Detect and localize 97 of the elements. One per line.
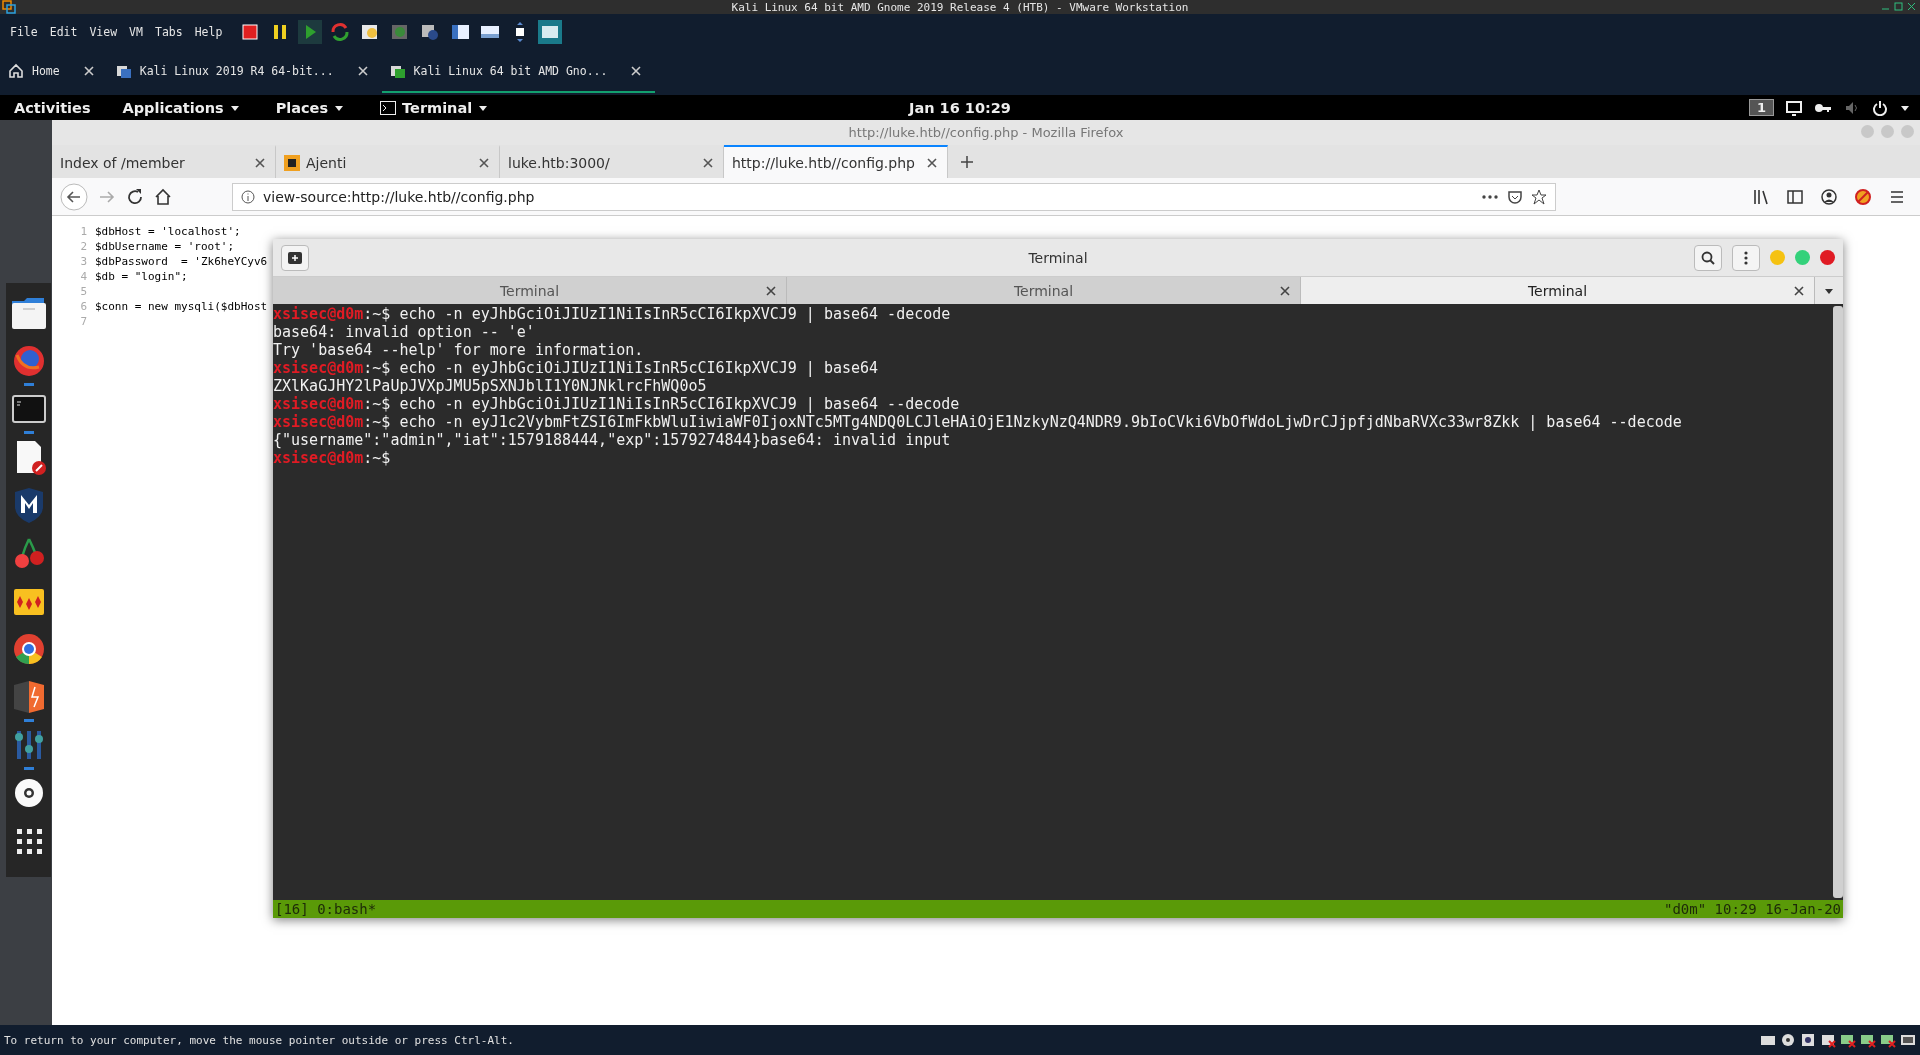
workspace-indicator[interactable]: 1: [1748, 99, 1774, 116]
menu-icon: [1744, 250, 1748, 265]
search-button[interactable]: [1694, 244, 1722, 271]
menu-item[interactable]: File: [4, 25, 44, 39]
menu-button[interactable]: Applications: [104, 99, 258, 116]
close-icon[interactable]: [701, 155, 715, 170]
network-icon[interactable]: [1880, 1032, 1896, 1048]
window-title: Terminal: [1028, 249, 1088, 266]
terminal-line: xsisec@d0m:~$ echo -n eyJhbGciOiJIUzI1NiIsInR5cCI6IkpXVCJ9 | base64: [273, 359, 880, 377]
reload-icon[interactable]: [126, 187, 144, 206]
close-icon[interactable]: [253, 155, 267, 170]
menu-button[interactable]: Places: [257, 99, 363, 116]
vm-tab[interactable]: Kali Linux 2019 R4 64-bit...: [107, 50, 382, 93]
terminal-line: xsisec@d0m:~$ echo -n eyJ1c2VybmFtZSI6ImFkbWluIiwiaWF0IjoxNTc5MTg4NDQ0LCJleHAiOjE1NzkyNzQ4NDR9.9bIoCVki6VbOfWdoLjwDrCJjpfjdNbaRVXc33wr8Zkk | base64 --decode: [273, 413, 1683, 431]
screen-icon[interactable]: [1786, 99, 1802, 116]
new-tab-icon: [287, 250, 303, 265]
close-icon[interactable]: [355, 63, 370, 78]
close-button[interactable]: [1820, 250, 1835, 265]
line-number: 2: [79, 239, 88, 254]
home-icon[interactable]: [154, 187, 172, 206]
caret-icon: [478, 103, 489, 112]
line-number: 7: [79, 314, 88, 329]
line-number: 3: [79, 254, 88, 269]
network-icon[interactable]: [1860, 1032, 1876, 1048]
menu-item[interactable]: Tabs: [148, 25, 189, 39]
vmware-logo-icon: [2, 0, 16, 14]
key-icon[interactable]: [1814, 101, 1832, 114]
window-title: Kali Linux 64 bit AMD Gnome 2019 Release 4 (HTB) - VMware Workstation: [731, 0, 1189, 14]
menu-button[interactable]: Terminal: [362, 99, 507, 116]
status-message: To return to your computer, move the mouse pointer outside or press Ctrl-Alt.: [4, 1033, 514, 1047]
site-icon: [284, 154, 300, 171]
sidebar-icon[interactable]: [1786, 187, 1804, 206]
maximize-icon[interactable]: [1894, 2, 1903, 11]
code-line: $conn = new mysqli($dbHost: [95, 299, 268, 314]
menu-item[interactable]: Help: [188, 25, 229, 39]
activities-button[interactable]: Activities: [0, 99, 105, 116]
info-icon: [241, 189, 255, 204]
close-icon[interactable]: [925, 155, 939, 170]
address-bar[interactable]: view-source:http://luke.htb//config.php: [232, 182, 1556, 211]
terminal-line: xsisec@d0m:~$ echo -n eyJhbGciOiJIUzI1NiIsInR5cCI6IkpXVCJ9 | base64 -decode: [273, 305, 952, 323]
unity-icon[interactable]: [538, 20, 563, 44]
line-number: 4: [79, 269, 88, 284]
clock[interactable]: Jan 16 10:29: [909, 99, 1011, 116]
line-number: 5: [79, 284, 88, 299]
menu-item[interactable]: View: [83, 25, 124, 39]
blocked-icon[interactable]: [1854, 187, 1872, 206]
terminal-tab[interactable]: Terminal: [273, 277, 787, 304]
terminal-line: Try 'base64 --help' for more information.: [273, 341, 645, 359]
close-icon[interactable]: [1907, 2, 1916, 11]
network-icon[interactable]: [1840, 1032, 1856, 1048]
caret-icon: [229, 103, 240, 112]
code-line: $dbUsername = 'root';: [95, 239, 235, 254]
library-icon[interactable]: [1752, 187, 1770, 206]
window-title: http://luke.htb//config.php - Mozilla Firefox: [848, 125, 1124, 140]
status-text: "d0m" 10:29 16-Jan-20: [1664, 900, 1841, 918]
scrollbar[interactable]: [1833, 304, 1843, 900]
vm-tab[interactable]: Kali Linux 64 bit AMD Gno...: [381, 50, 656, 93]
display-icon[interactable]: [1900, 1032, 1916, 1048]
printer-icon[interactable]: [1820, 1032, 1836, 1048]
line-number: 6: [79, 299, 88, 314]
terminal-line: ZXlKaGJHY2lPaUpJVXpJMU5pSXNJblI1Y0NJNklrcFhWQ0o5: [273, 377, 708, 395]
account-icon[interactable]: [1820, 187, 1838, 206]
browser-tab[interactable]: http://luke.htb//config.php: [724, 145, 948, 178]
close-icon[interactable]: [1278, 283, 1292, 298]
plus-icon[interactable]: [960, 154, 974, 169]
terminal-line: xsisec@d0m:~$: [273, 449, 392, 467]
code-line: $dbHost = 'localhost';: [95, 224, 241, 239]
terminal-tab[interactable]: Terminal: [1301, 277, 1815, 304]
close-icon[interactable]: [477, 155, 491, 170]
terminal-tab[interactable]: Terminal: [787, 277, 1301, 304]
close-icon[interactable]: [1792, 283, 1806, 298]
caret-icon[interactable]: [1900, 103, 1910, 112]
caret-icon: [334, 103, 345, 112]
menu-item[interactable]: VM: [123, 25, 149, 39]
play-icon[interactable]: [298, 20, 323, 44]
caret-icon[interactable]: [1824, 286, 1834, 295]
power-icon[interactable]: [1872, 99, 1888, 116]
close-icon[interactable]: [81, 63, 96, 78]
status-text: [16] 0:bash*: [275, 900, 377, 918]
menu-item[interactable]: Edit: [43, 25, 84, 39]
terminal-icon: [380, 100, 397, 115]
disc-icon[interactable]: [1780, 1032, 1796, 1048]
close-icon[interactable]: [629, 63, 644, 78]
more-icon[interactable]: [1481, 193, 1499, 200]
code-line: $dbPassword = 'Zk6heYCyv6: [95, 254, 268, 269]
terminal-line: {"username":"admin","iat":1579188444,"exp":1579274844}base64: invalid input: [273, 431, 952, 449]
terminal-line: xsisec@d0m:~$ echo -n eyJhbGciOiJIUzI1NiIsInR5cCI6IkpXVCJ9 | base64 --decode: [273, 395, 961, 413]
terminal-line: base64: invalid option -- 'e': [273, 323, 536, 341]
code-line: $db = "login";: [95, 269, 188, 284]
line-number: 1: [79, 224, 88, 239]
new-tab-button[interactable]: [281, 244, 309, 271]
star-icon[interactable]: [1531, 188, 1547, 205]
home-icon: [8, 62, 24, 79]
close-icon[interactable]: [764, 283, 778, 298]
back-icon[interactable]: [60, 182, 88, 211]
pocket-icon[interactable]: [1507, 188, 1523, 205]
vm-tab[interactable]: Home: [0, 50, 108, 93]
